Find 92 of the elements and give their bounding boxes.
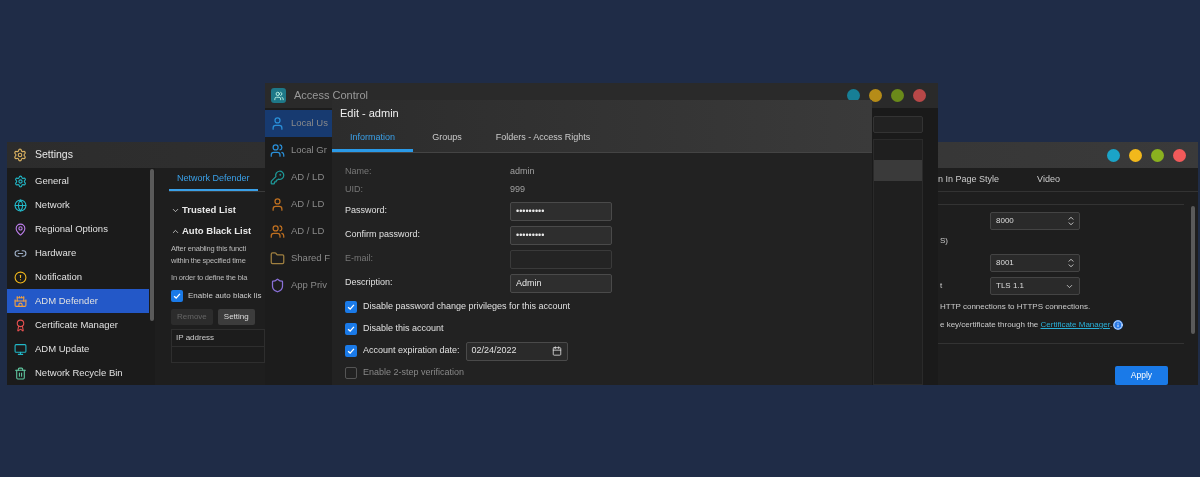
sidebar-item[interactable]: Shared F [265, 245, 332, 272]
date-field[interactable]: 02/24/2022 [465, 341, 568, 361]
column-header: IP address [172, 330, 264, 347]
maximize-button[interactable] [1151, 148, 1164, 162]
field-value: 999 [510, 183, 526, 197]
map-pin-icon [14, 222, 27, 236]
shield-icon [270, 278, 285, 293]
number-spinner[interactable]: 8000 [990, 212, 1080, 230]
sidebar-item[interactable]: Hardware [7, 241, 149, 265]
section-title: Auto Black List [182, 224, 252, 239]
monitor-icon [14, 342, 27, 356]
section-title: Trusted List [182, 203, 236, 218]
sidebar-item[interactable]: ADM Update [7, 337, 149, 361]
sidebar-item[interactable]: AD / LD [265, 164, 332, 191]
users-icon [270, 224, 285, 239]
folder-icon [270, 251, 285, 266]
field-label: E-mail: [345, 252, 374, 266]
field-label: t [940, 280, 944, 292]
input-field[interactable]: ••••••••• [510, 225, 612, 245]
stepper-icon [1068, 258, 1074, 268]
field-label: Name: [345, 165, 373, 179]
alert-icon [14, 270, 27, 284]
field-label: Description: [345, 276, 394, 290]
scrollbar[interactable] [150, 169, 154, 321]
apply-button[interactable]: Apply [1115, 366, 1168, 385]
close-button[interactable] [1173, 148, 1186, 162]
certificate-link[interactable]: Certificate Manager [1040, 320, 1110, 329]
scrollbar[interactable] [1191, 206, 1195, 334]
trash-icon [14, 366, 27, 380]
collapse-icon[interactable] [171, 227, 180, 236]
people-tile-icon [271, 88, 286, 103]
checkbox-label: Disable this account [363, 322, 444, 336]
restore-button[interactable] [1129, 148, 1142, 162]
tab[interactable]: Folders - Access Rights [481, 126, 605, 152]
checkbox[interactable] [345, 367, 357, 379]
sidebar-item[interactable]: ADM Defender [7, 289, 149, 313]
field-label: UID: [345, 183, 364, 197]
info-text: S) [940, 235, 949, 247]
restore-button[interactable] [869, 89, 882, 102]
certificate-icon [14, 318, 27, 332]
checkbox[interactable] [345, 301, 357, 313]
dropdown[interactable]: TLS 1.1 [990, 277, 1080, 295]
user-icon [270, 197, 285, 212]
sidebar-item[interactable]: Certificate Manager [7, 313, 149, 337]
gear-icon [14, 174, 27, 188]
number-spinner[interactable]: 8001 [990, 254, 1080, 272]
info-icon[interactable] [1113, 320, 1124, 330]
gear-icon [13, 148, 27, 162]
input-field[interactable]: ••••••••• [510, 201, 612, 221]
checkbox[interactable] [345, 323, 357, 335]
sidebar-item[interactable]: Network Recycle Bin [7, 361, 149, 385]
tab[interactable]: Network Defender [169, 171, 258, 191]
tab[interactable]: Information [332, 126, 413, 152]
checkbox[interactable] [171, 290, 183, 302]
user-icon [270, 116, 285, 131]
info-text: e key/certificate through the Certificate Manager. [940, 319, 1113, 331]
sidebar-item[interactable]: Network [7, 193, 149, 217]
tab[interactable]: Video [1037, 173, 1060, 187]
minimize-button[interactable] [1107, 148, 1120, 162]
checkbox-label: Enable auto black lis [188, 290, 262, 302]
dialog-title: Edit - admin [340, 105, 399, 121]
maximize-button[interactable] [891, 89, 904, 102]
tab[interactable]: Groups [413, 126, 481, 152]
close-button[interactable] [913, 89, 926, 102]
field-value: admin [510, 165, 535, 179]
sidebar-item[interactable]: AD / LD [265, 218, 332, 245]
info-text: HTTP connections to HTTPS connections. [940, 301, 1092, 313]
sidebar-item[interactable]: Local Gr [265, 137, 332, 164]
window-title: Access Control [294, 88, 368, 104]
sidebar-item[interactable]: Regional Options [7, 217, 149, 241]
castle-icon [14, 294, 27, 308]
stepper-icon [1068, 216, 1074, 226]
sidebar-item[interactable]: AD / LD [265, 191, 332, 218]
field-label: Password: [345, 204, 389, 218]
window-title: Settings [35, 147, 73, 163]
expand-icon[interactable] [171, 206, 180, 215]
key-icon [270, 170, 285, 185]
checkbox-label: Disable password change privileges for this account [363, 300, 571, 314]
search-field[interactable] [873, 116, 923, 133]
checkbox[interactable] [345, 345, 357, 357]
checkbox-label: Enable 2-step verification [363, 366, 465, 380]
sidebar-item[interactable]: App Priv [265, 272, 332, 299]
tab[interactable]: n In Page Style [938, 173, 1000, 187]
calendar-icon[interactable] [551, 346, 562, 356]
input-field[interactable]: Admin [510, 273, 612, 293]
sidebar-item[interactable]: General [7, 169, 149, 193]
users-icon [270, 143, 285, 158]
globe-icon [14, 198, 27, 212]
field-label: Confirm password: [345, 228, 422, 242]
sidebar-item[interactable]: Notification [7, 265, 149, 289]
checkbox-label: Account expiration date: [363, 344, 460, 358]
action-button[interactable]: Setting [217, 309, 255, 325]
